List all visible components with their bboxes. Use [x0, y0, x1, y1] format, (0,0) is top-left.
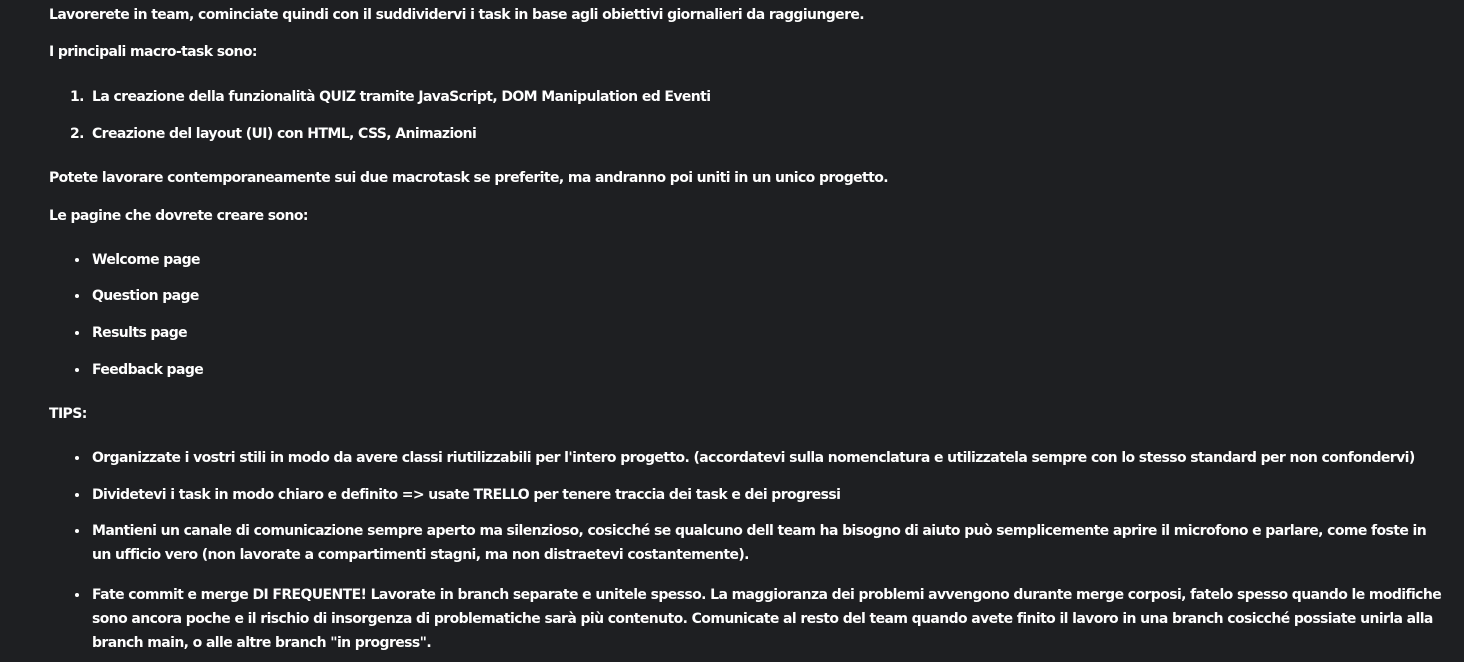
- intro-paragraph: Lavorerete in team, cominciate quindi co…: [49, 7, 865, 23]
- parallel-note-paragraph: Potete lavorare contemporaneamente sui d…: [49, 170, 889, 186]
- bullet-icon: [75, 493, 79, 497]
- pages-heading: Le pagine che dovrete creare sono:: [49, 208, 309, 224]
- bullet-icon: [75, 593, 79, 597]
- tip-text: Fate commit e merge DI FREQUENTE! Lavora…: [92, 587, 1442, 651]
- tip-text: Mantieni un canale di comunicazione semp…: [92, 523, 1427, 563]
- bullet-icon: [75, 368, 79, 372]
- macro-task-text: La creazione della funzionalità QUIZ tra…: [92, 89, 711, 105]
- tip-item: Dividetevi i task in modo chiaro e defin…: [75, 485, 841, 505]
- macro-task-text: Creazione del layout (UI) con HTML, CSS,…: [92, 126, 477, 142]
- tip-item: Fate commit e merge DI FREQUENTE! Lavora…: [75, 583, 1442, 655]
- bullet-icon: [75, 456, 79, 460]
- page-list-item: Welcome page: [75, 250, 201, 270]
- page-list-item: Question page: [75, 286, 199, 306]
- macro-task-item: 1. La creazione della funzionalità QUIZ …: [70, 87, 711, 107]
- tips-heading: TIPS:: [49, 406, 87, 422]
- bullet-icon: [75, 529, 79, 533]
- tip-text: Dividetevi i task in modo chiaro e defin…: [92, 487, 841, 503]
- list-number: 2.: [70, 126, 84, 142]
- macro-task-item: 2. Creazione del layout (UI) con HTML, C…: [70, 124, 477, 144]
- tip-item: Mantieni un canale di comunicazione semp…: [75, 519, 1442, 567]
- page-list-item: Feedback page: [75, 360, 204, 380]
- page-list-item: Results page: [75, 323, 188, 343]
- bullet-icon: [75, 258, 79, 262]
- page-name: Welcome page: [92, 252, 201, 268]
- macro-tasks-heading: I principali macro-task sono:: [49, 44, 257, 60]
- bullet-icon: [75, 294, 79, 298]
- tip-text: Organizzate i vostri stili in modo da av…: [92, 450, 1415, 466]
- bullet-icon: [75, 331, 79, 335]
- page-name: Results page: [92, 325, 188, 341]
- tip-item: Organizzate i vostri stili in modo da av…: [75, 448, 1415, 468]
- page-name: Question page: [92, 288, 199, 304]
- list-number: 1.: [70, 89, 84, 105]
- page-name: Feedback page: [92, 362, 204, 378]
